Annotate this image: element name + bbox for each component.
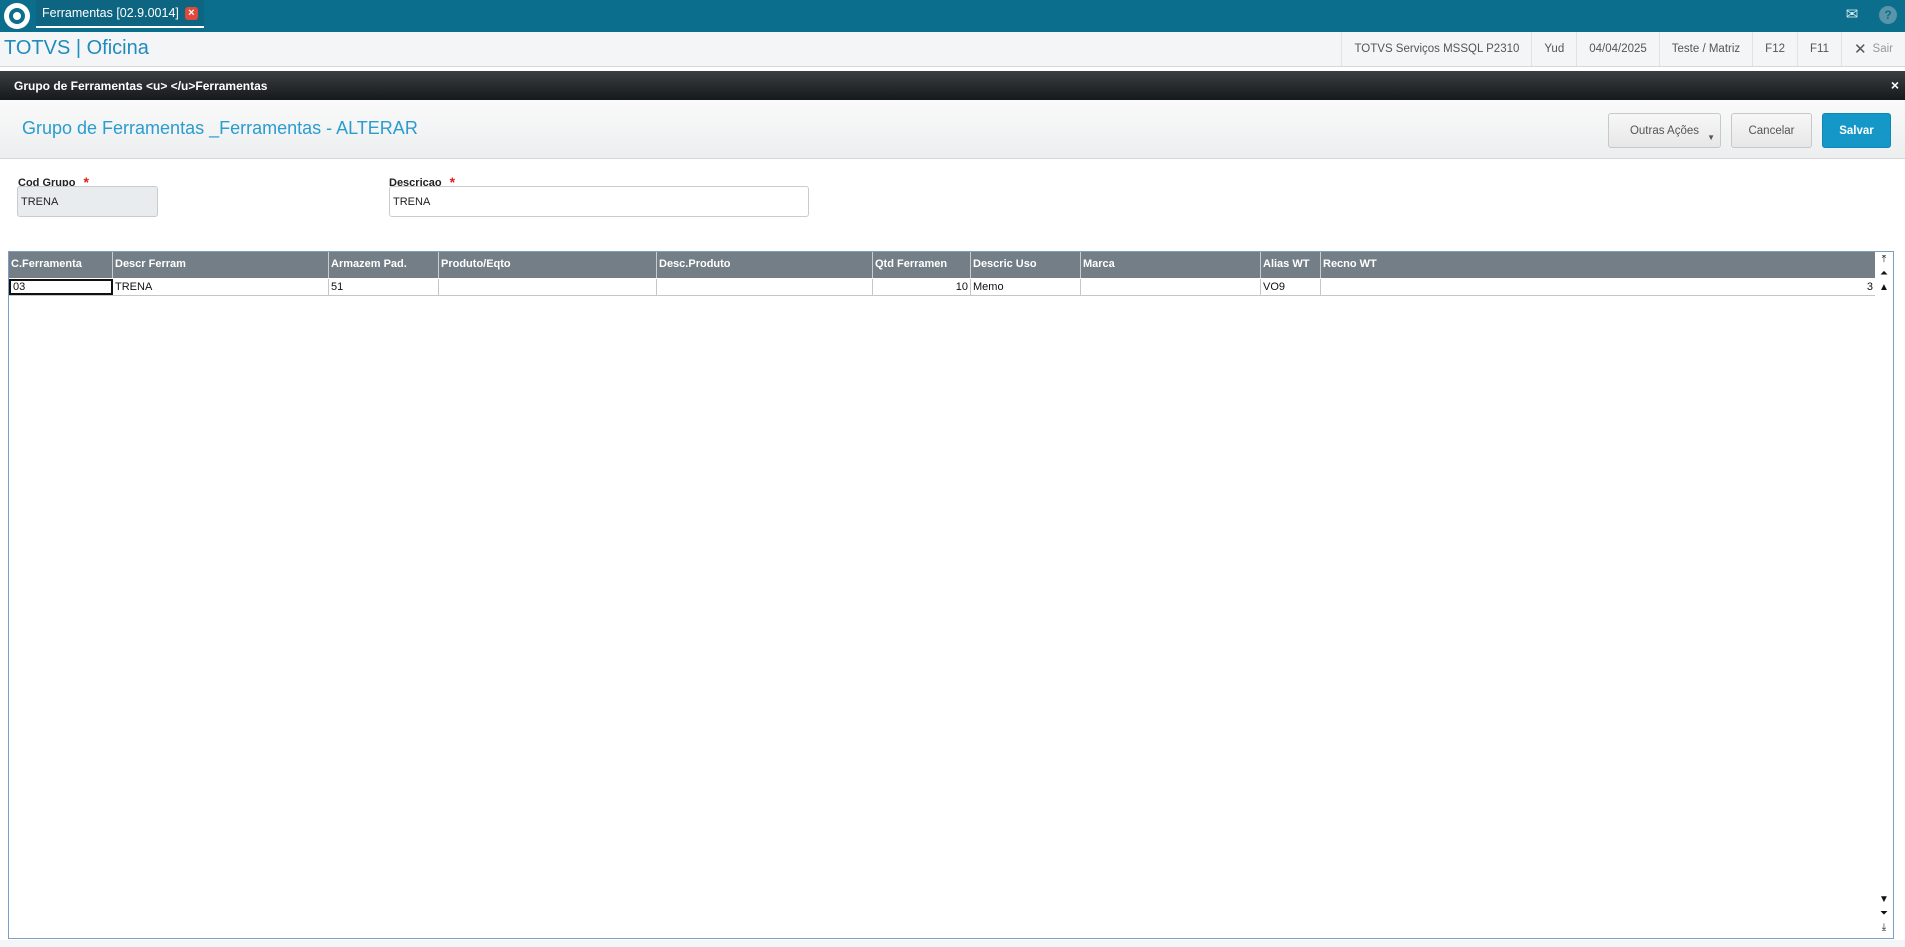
tab-title: Ferramentas [02.9.0014] (42, 6, 179, 20)
cell-armazem-pad[interactable]: 51 (329, 279, 439, 295)
cell-descr-ferram[interactable]: TRENA (113, 279, 329, 295)
cell-descric-uso[interactable]: Memo (971, 279, 1081, 295)
column-header-descric-uso[interactable]: Descric Uso (971, 252, 1081, 278)
f11-button[interactable]: F11 (1797, 32, 1841, 66)
scroll-last-icon[interactable]: ⤓ (1878, 922, 1890, 934)
header-info: TOTVS Serviços MSSQL P2310 Yud 04/04/202… (1341, 32, 1905, 66)
ferramentas-grid[interactable]: C.Ferramenta Descr Ferram Armazem Pad. P… (8, 251, 1894, 939)
dialog-title: Grupo de Ferramentas <u> </u>Ferramentas (14, 79, 268, 93)
cancel-button[interactable]: Cancelar (1731, 113, 1812, 148)
scroll-up-icon[interactable]: ▲ (1878, 282, 1890, 294)
column-header-descr-ferram[interactable]: Descr Ferram (113, 252, 329, 278)
tab-ferramentas[interactable]: Ferramentas [02.9.0014] × (36, 0, 204, 28)
column-header-produto-eqto[interactable]: Produto/Eqto (439, 252, 657, 278)
f12-button[interactable]: F12 (1752, 32, 1797, 66)
grid-header: C.Ferramenta Descr Ferram Armazem Pad. P… (9, 252, 1875, 278)
tab-close-icon[interactable]: × (184, 6, 198, 20)
scroll-down-icon[interactable]: ▼ (1878, 894, 1890, 906)
column-header-recno-wt[interactable]: Recno WT (1321, 252, 1875, 278)
cell-desc-produto[interactable] (657, 279, 873, 295)
app-header: TOTVS | Oficina TOTVS Serviços MSSQL P23… (0, 32, 1905, 67)
cell-produto-eqto[interactable] (439, 279, 657, 295)
cell-alias-wt[interactable]: VO9 (1261, 279, 1321, 295)
dialog-title-bar: Grupo de Ferramentas <u> </u>Ferramentas… (0, 71, 1905, 100)
grid-scrollbar[interactable]: ⤒ ⏶ ▲ ▼ ⏷ ⤓ (1875, 252, 1893, 938)
column-header-qtd-ferramen[interactable]: Qtd Ferramen (873, 252, 971, 278)
cod-grupo-field[interactable]: TRENA (17, 186, 158, 217)
save-button[interactable]: Salvar (1822, 113, 1891, 148)
branch-info[interactable]: Teste / Matriz (1658, 32, 1752, 66)
totvs-logo-icon[interactable] (4, 3, 30, 29)
cell-marca[interactable] (1081, 279, 1261, 295)
user-info[interactable]: Yud (1531, 32, 1576, 66)
outras-acoes-label: Outras Ações (1629, 124, 1700, 137)
date-info[interactable]: 04/04/2025 (1576, 32, 1659, 66)
descricao-field[interactable]: TRENA (389, 186, 809, 217)
exit-label: Sair (1872, 43, 1893, 55)
scroll-page-up-icon[interactable]: ⏶ (1878, 268, 1890, 280)
help-icon[interactable]: ? (1879, 6, 1897, 24)
table-row[interactable]: 03 TRENA 51 10 Memo VO9 3 (9, 279, 1875, 296)
column-header-c-ferramenta[interactable]: C.Ferramenta (9, 252, 113, 278)
mail-icon[interactable]: ✉ (1843, 6, 1861, 24)
top-tab-bar: Ferramentas [02.9.0014] × ✉ ? (0, 0, 1905, 32)
cell-qtd-ferramen[interactable]: 10 (873, 279, 971, 295)
outras-acoes-button[interactable]: Outras Ações ▼ (1608, 113, 1721, 148)
environment-info[interactable]: TOTVS Serviços MSSQL P2310 (1341, 32, 1531, 66)
column-header-marca[interactable]: Marca (1081, 252, 1261, 278)
cell-recno-wt[interactable]: 3 (1321, 279, 1875, 295)
column-header-armazem-pad[interactable]: Armazem Pad. (329, 252, 439, 278)
form-header: Grupo de Ferramentas _Ferramentas - ALTE… (0, 100, 1905, 159)
exit-button[interactable]: ✕ Sair (1840, 32, 1905, 66)
scroll-page-down-icon[interactable]: ⏷ (1878, 908, 1890, 920)
footer-strip (0, 940, 1905, 947)
form-title: Grupo de Ferramentas _Ferramentas - ALTE… (22, 118, 418, 138)
column-header-alias-wt[interactable]: Alias WT (1261, 252, 1321, 278)
column-header-desc-produto[interactable]: Desc.Produto (657, 252, 873, 278)
brand-title: TOTVS | Oficina (4, 37, 149, 59)
chevron-down-icon: ▼ (1707, 133, 1715, 142)
x-icon: ✕ (1853, 41, 1867, 58)
dialog-close-icon[interactable]: × (1891, 77, 1899, 93)
cell-c-ferramenta[interactable]: 03 (9, 279, 113, 295)
scroll-first-icon[interactable]: ⤒ (1878, 254, 1890, 266)
